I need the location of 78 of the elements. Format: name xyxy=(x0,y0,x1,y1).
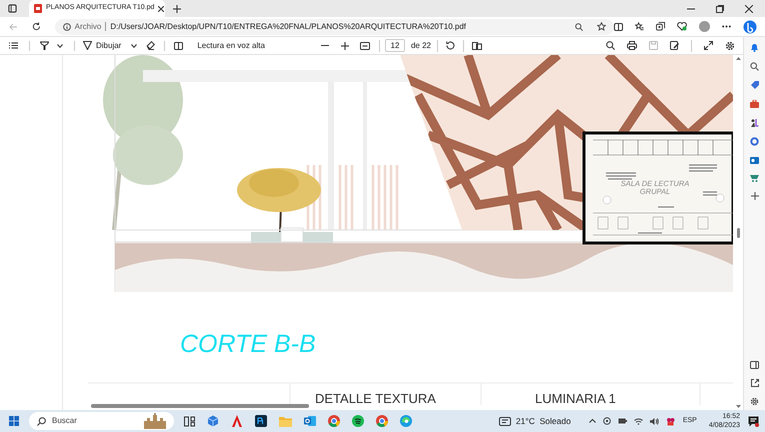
search-icon xyxy=(37,416,46,426)
save-as-icon[interactable] xyxy=(670,41,679,50)
ring-icon[interactable] xyxy=(750,137,759,146)
weather-icon xyxy=(498,416,511,426)
zoom-in-button[interactable] xyxy=(340,41,350,50)
chrome-icon[interactable] xyxy=(376,415,388,427)
plus-icon xyxy=(340,42,349,50)
notification-icon[interactable] xyxy=(748,416,759,426)
windows-start-icon[interactable] xyxy=(9,416,19,426)
close-icon[interactable] xyxy=(745,4,753,12)
horizontal-scrollbar-thumb[interactable] xyxy=(91,404,309,408)
eraser-icon[interactable] xyxy=(146,41,156,50)
task-view-icon[interactable] xyxy=(184,416,195,426)
two-page-icon[interactable] xyxy=(472,42,482,50)
bell-icon[interactable] xyxy=(750,43,759,52)
caret-icon[interactable] xyxy=(57,44,63,48)
search-icon[interactable] xyxy=(606,41,615,50)
split-screen-icon[interactable] xyxy=(614,22,623,30)
fullscreen-icon[interactable] xyxy=(704,41,713,50)
chevron-up-icon[interactable] xyxy=(588,419,596,423)
page-total: de 22 xyxy=(410,40,431,52)
settings-icon[interactable] xyxy=(725,40,735,50)
info-icon xyxy=(62,22,71,30)
battery-icon[interactable] xyxy=(618,418,627,424)
weather-text[interactable]: 21°C Soleado xyxy=(516,414,571,428)
table-header: LUMINARIA 1 xyxy=(535,391,616,405)
scroll-up-icon[interactable] xyxy=(736,57,740,60)
address-label: Archivo xyxy=(74,20,102,32)
pen-icon xyxy=(83,41,92,50)
briefcase-icon[interactable] xyxy=(750,100,759,108)
draw-button[interactable]: Dibujar xyxy=(83,40,122,52)
caret-icon[interactable] xyxy=(131,44,138,48)
more-icon[interactable] xyxy=(722,25,731,28)
scroll-down-icon[interactable] xyxy=(736,405,740,408)
maximize-icon[interactable] xyxy=(716,4,724,12)
read-aloud-button[interactable]: Lectura en voz alta xyxy=(197,40,265,52)
minus-icon xyxy=(320,45,329,46)
mail-icon[interactable] xyxy=(750,156,759,165)
collections-icon[interactable] xyxy=(656,22,665,31)
star-icon[interactable] xyxy=(597,22,606,31)
external-link-icon[interactable] xyxy=(750,379,758,387)
cart-icon[interactable] xyxy=(750,175,759,182)
section-title: CORTE B-B xyxy=(180,330,316,358)
fit-page-icon[interactable] xyxy=(360,42,370,50)
highlighter-icon[interactable] xyxy=(40,41,49,50)
page-view-icon[interactable] xyxy=(174,42,184,50)
castle-illustration-icon xyxy=(142,413,168,429)
print-icon[interactable] xyxy=(627,41,637,50)
page-number-field[interactable]: 12 xyxy=(384,39,405,52)
zoom-icon[interactable] xyxy=(575,22,583,30)
outlook-icon[interactable] xyxy=(304,415,316,427)
rotate-icon[interactable] xyxy=(446,41,455,50)
wifi-icon[interactable] xyxy=(634,418,643,424)
plus-icon[interactable] xyxy=(750,192,758,200)
address-bar[interactable]: Archivo D:/Users/JOAR/Desktop/UPN/T10/ENTREGA%20FNAL/PLANOS%20ARQUITECTURA%20T10.pdf xyxy=(54,18,614,34)
vertical-scrollbar-thumb[interactable] xyxy=(736,228,740,238)
cube-icon[interactable] xyxy=(207,415,219,427)
table-header: DETALLE TEXTURA xyxy=(315,391,436,405)
letter-a-icon[interactable] xyxy=(231,415,243,427)
profile-avatar[interactable] xyxy=(699,21,710,32)
copilot-icon[interactable] xyxy=(743,20,757,34)
sidebar-toggle-icon[interactable] xyxy=(750,361,759,369)
settings-icon[interactable] xyxy=(750,397,759,406)
speaker-icon[interactable] xyxy=(650,418,659,424)
pdf-icon xyxy=(34,4,42,13)
refresh-icon[interactable] xyxy=(32,22,41,31)
contents-icon[interactable] xyxy=(9,42,18,49)
new-tab-icon[interactable] xyxy=(173,4,181,12)
tab-actions-icon[interactable] xyxy=(8,4,17,13)
tag-icon[interactable] xyxy=(750,81,759,90)
taskbar-search-field[interactable]: Buscar xyxy=(29,412,174,430)
search-icon[interactable] xyxy=(750,62,759,71)
spotify-icon[interactable] xyxy=(352,415,364,427)
chrome-icon[interactable] xyxy=(328,415,340,427)
url-text: D:/Users/JOAR/Desktop/UPN/T10/ENTREGA%20FNAL/PLANOS%20ARQUITECTURA%20T10.pdf xyxy=(110,20,466,32)
heart-icon[interactable] xyxy=(677,22,687,31)
favorites-icon[interactable] xyxy=(635,22,644,31)
close-icon[interactable] xyxy=(158,6,164,12)
